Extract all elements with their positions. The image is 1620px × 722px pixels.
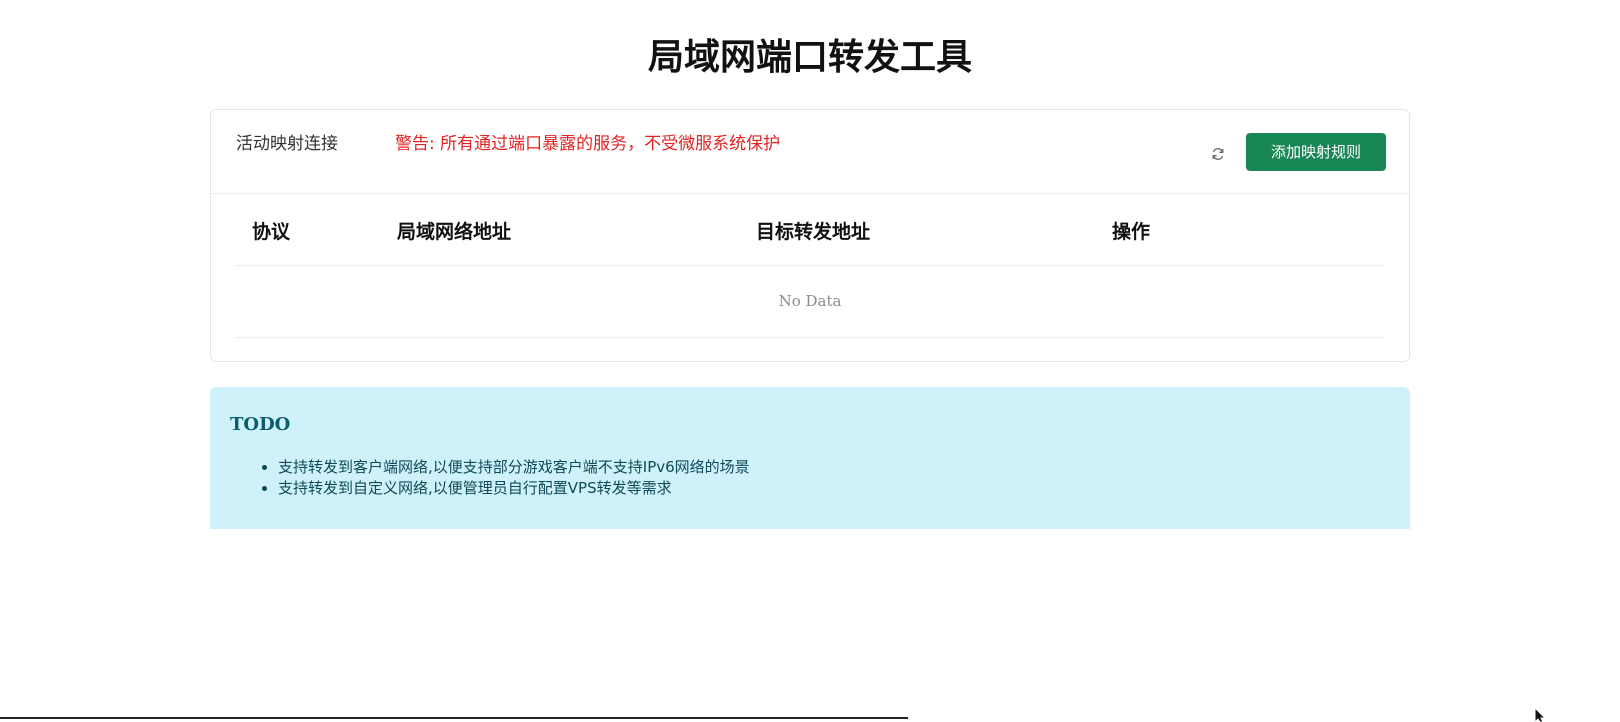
todo-title: TODO — [230, 414, 291, 435]
table-header-divider — [235, 265, 1385, 266]
refresh-icon — [1212, 148, 1224, 160]
todo-alert: TODO 支持转发到客户端网络,以便支持部分游戏客户端不支持IPv6网络的场景 … — [210, 387, 1410, 529]
mapping-card: 活动映射连接 警告: 所有通过端口暴露的服务，不受微服系统保护 添加映射规则 协… — [210, 109, 1410, 362]
card-header: 活动映射连接 警告: 所有通过端口暴露的服务，不受微服系统保护 添加映射规则 — [211, 110, 1409, 194]
bottom-divider — [0, 717, 908, 719]
todo-item: 支持转发到自定义网络,以便管理员自行配置VPS转发等需求 — [278, 478, 750, 499]
todo-list: 支持转发到客户端网络,以便支持部分游戏客户端不支持IPv6网络的场景 支持转发到… — [210, 457, 750, 499]
column-header-target-address[interactable]: 目标转发地址 — [756, 219, 870, 245]
todo-item: 支持转发到客户端网络,以便支持部分游戏客户端不支持IPv6网络的场景 — [278, 457, 750, 478]
page-title: 局域网端口转发工具 — [647, 37, 972, 78]
card-title: 活动映射连接 — [236, 134, 338, 154]
add-mapping-rule-button[interactable]: 添加映射规则 — [1246, 133, 1386, 171]
table-body-divider — [235, 337, 1385, 338]
empty-table-placeholder: No Data — [778, 292, 842, 310]
warning-text: 警告: 所有通过端口暴露的服务，不受微服系统保护 — [395, 134, 781, 154]
column-header-lan-address[interactable]: 局域网络地址 — [397, 219, 511, 245]
refresh-button[interactable] — [1204, 140, 1232, 168]
column-header-actions: 操作 — [1112, 221, 1151, 243]
column-header-protocol[interactable]: 协议 — [252, 219, 290, 245]
